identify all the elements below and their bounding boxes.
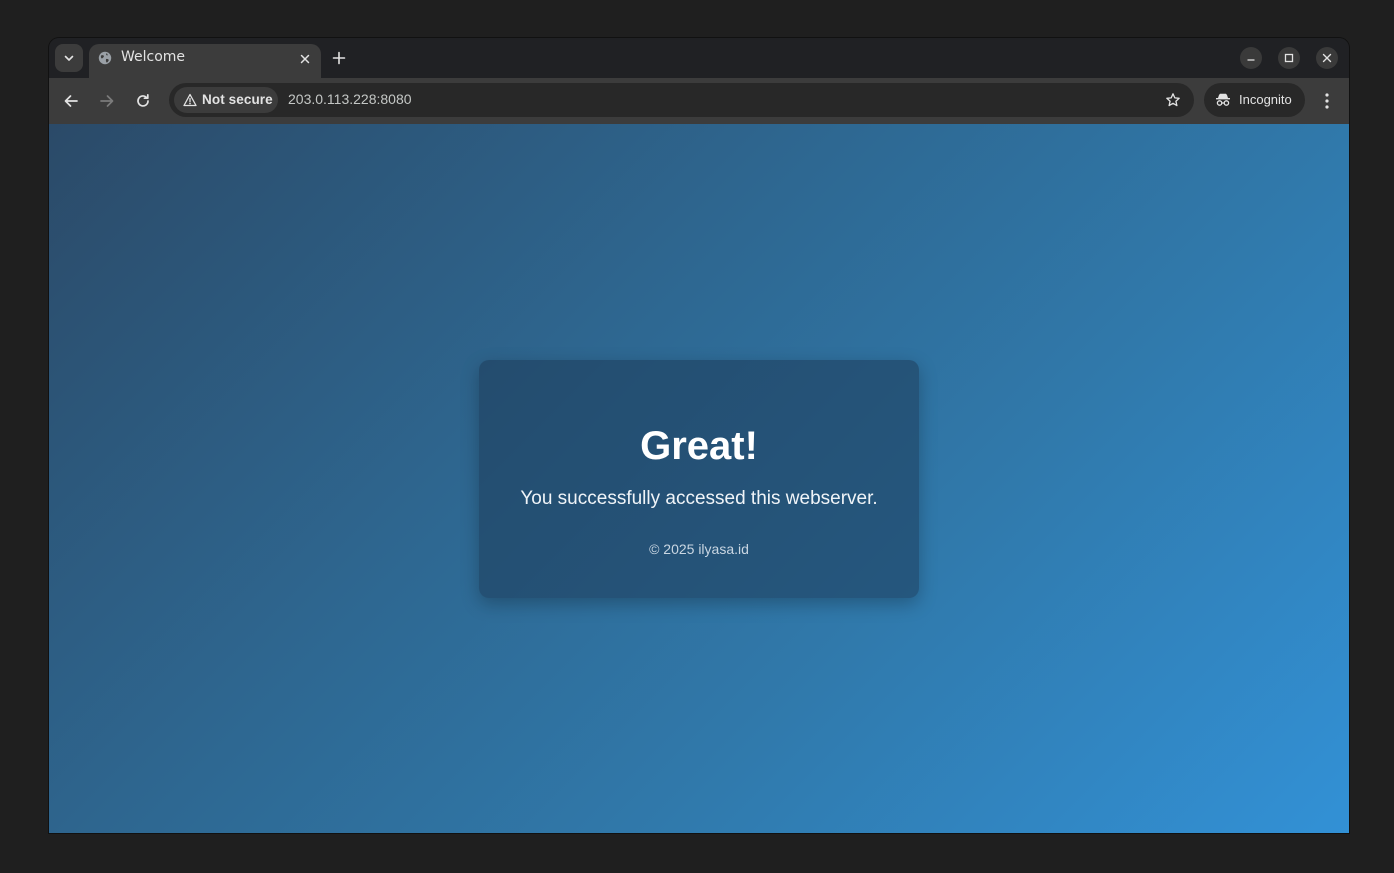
minimize-button[interactable]: [1240, 47, 1262, 69]
maximize-icon: [1284, 53, 1294, 63]
tab-welcome[interactable]: Welcome: [89, 44, 321, 78]
close-icon[interactable]: [298, 52, 312, 66]
url-text[interactable]: 203.0.113.228:8080: [288, 91, 412, 107]
copyright-footer: © 2025 ilyasa.id: [649, 541, 749, 557]
back-arrow-icon[interactable]: [62, 92, 80, 110]
minimize-icon: [1246, 53, 1256, 63]
chevron-down-icon: [63, 52, 75, 64]
incognito-icon: [1215, 93, 1231, 107]
address-bar[interactable]: Not secure 203.0.113.228:8080: [169, 83, 1194, 117]
maximize-button[interactable]: [1278, 47, 1300, 69]
browser-toolbar: Not secure 203.0.113.228:8080 Incognito: [49, 78, 1349, 124]
plus-icon[interactable]: [331, 50, 347, 66]
incognito-badge[interactable]: Incognito: [1204, 83, 1305, 117]
forward-arrow-icon[interactable]: [98, 92, 116, 110]
warning-icon: [183, 93, 197, 107]
success-message: You successfully accessed this webserver…: [520, 488, 878, 509]
page-heading: Great!: [640, 424, 758, 468]
welcome-card: Great! You successfully accessed this we…: [479, 360, 919, 598]
window-close-icon: [1322, 53, 1332, 63]
kebab-menu-icon[interactable]: [1319, 91, 1335, 111]
security-chip[interactable]: Not secure: [174, 87, 278, 113]
tab-search-button[interactable]: [55, 44, 83, 72]
tab-strip: Welcome: [49, 38, 1349, 78]
incognito-label: Incognito: [1239, 92, 1292, 107]
star-icon[interactable]: [1165, 92, 1181, 108]
reload-icon[interactable]: [134, 92, 152, 110]
globe-icon: [98, 51, 112, 65]
browser-window: Welcome Not secure 203.0.113.228:8080 In…: [49, 38, 1349, 833]
page-viewport: Great! You successfully accessed this we…: [49, 124, 1349, 833]
window-close-button[interactable]: [1316, 47, 1338, 69]
tab-title: Welcome: [121, 49, 186, 65]
security-label: Not secure: [202, 92, 273, 107]
